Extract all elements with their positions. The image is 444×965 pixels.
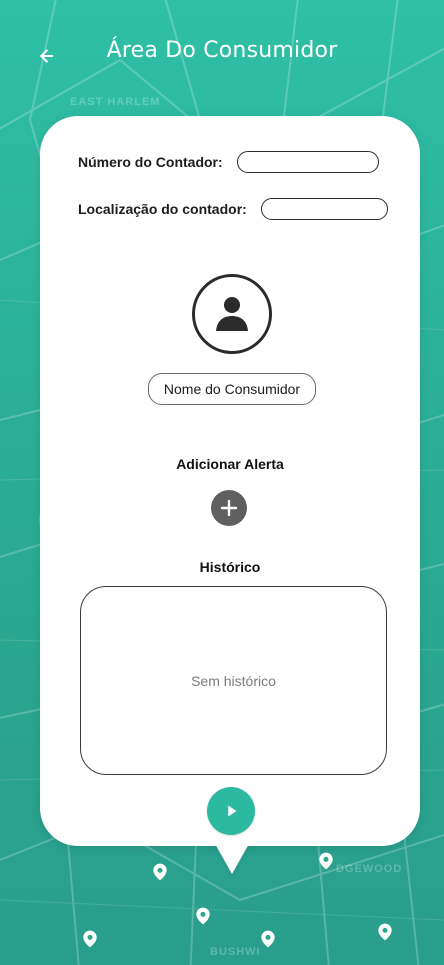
map-pin-icon	[193, 906, 213, 926]
meter-number-label: Número do Contador:	[78, 154, 223, 170]
history-title: Histórico	[199, 559, 261, 575]
meter-location-input[interactable]	[260, 198, 388, 220]
consumer-name[interactable]: Nome do Consumidor	[148, 373, 316, 405]
meter-number-input[interactable]	[236, 151, 379, 173]
map-label: DGEWOOD	[336, 863, 403, 875]
header: Área Do Consumidor	[0, 0, 444, 110]
play-icon	[228, 805, 237, 817]
map-pin-icon	[316, 851, 336, 871]
meter-location-label: Localização do contador:	[78, 201, 247, 217]
app-screen: EAST HARLEM BUSHWI DGEWOOD Área Do Consu…	[0, 0, 444, 965]
meter-location-row: Localização do contador:	[78, 198, 388, 220]
user-avatar-icon	[216, 297, 248, 331]
map-pin-icon	[150, 862, 170, 882]
card-pointer	[214, 842, 250, 874]
consumer-avatar[interactable]	[192, 274, 272, 354]
map-pin-icon	[80, 929, 100, 949]
history-panel: Sem histórico	[80, 586, 387, 775]
add-alert-button[interactable]	[211, 490, 247, 526]
map-pin-icon	[258, 929, 278, 949]
map-pin-icon	[375, 922, 395, 942]
history-empty-text: Sem histórico	[191, 672, 276, 689]
map-label: BUSHWI	[210, 946, 261, 958]
meter-number-row: Número do Contador:	[78, 151, 379, 173]
play-button[interactable]	[207, 787, 255, 835]
add-alert-title: Adicionar Alerta	[176, 456, 284, 472]
plus-circle-icon	[220, 499, 238, 517]
page-title: Área Do Consumidor	[106, 38, 338, 63]
